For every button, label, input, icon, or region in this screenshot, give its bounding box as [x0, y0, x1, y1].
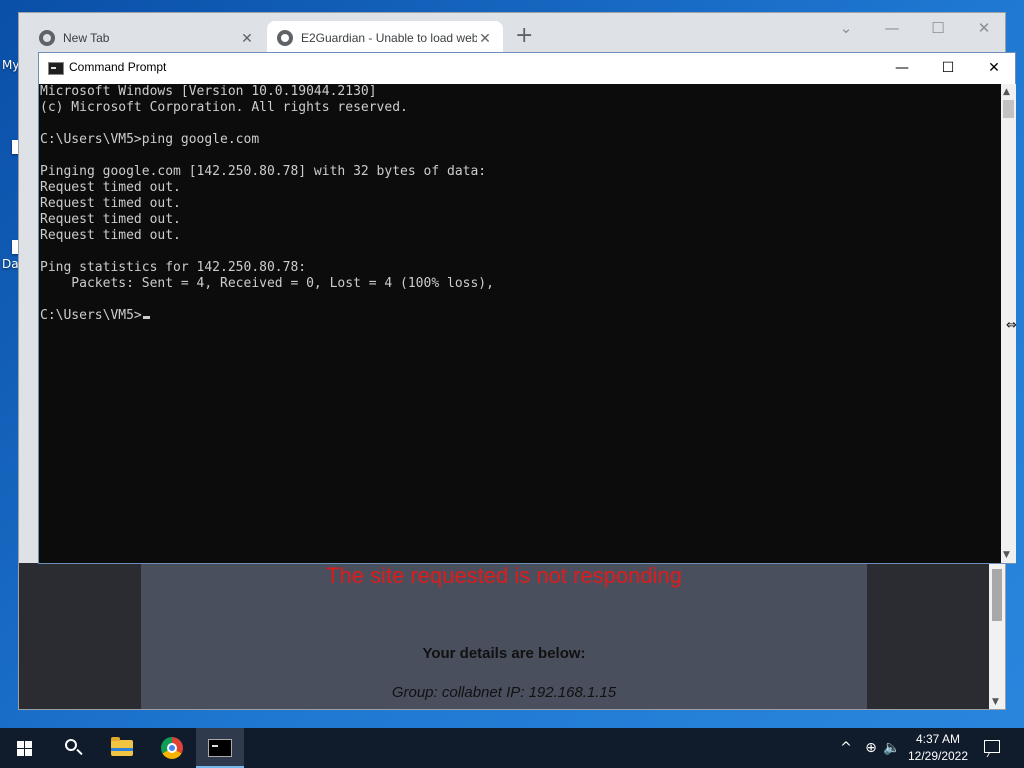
console-line: Microsoft Windows [Version 10.0.19044.21… — [40, 84, 377, 99]
browser-maximize-button[interactable]: ☐ — [915, 19, 961, 37]
taskbar-file-explorer[interactable] — [98, 728, 146, 768]
tab-close-icon[interactable]: ✕ — [239, 30, 255, 47]
search-icon — [65, 739, 77, 751]
command-prompt-window[interactable]: Command Prompt — ☐ ✕ Microsoft Windows [… — [38, 52, 1016, 564]
tab-strip: New Tab ✕ E2Guardian - Unable to load we… — [19, 13, 1005, 55]
globe-favicon-icon — [277, 30, 293, 46]
browser-minimize-button[interactable]: — — [869, 19, 915, 37]
search-button[interactable] — [48, 728, 96, 768]
taskbar: ^ ⊕ 🔈 4:37 AM 12/29/2022 — [0, 728, 1024, 768]
resize-cursor-icon: ⇔ — [1006, 318, 1017, 333]
console-line: Request timed out. — [40, 228, 181, 243]
console-line: Request timed out. — [40, 212, 181, 227]
page-scrollbar[interactable]: ▼ — [989, 563, 1005, 709]
clock-time: 4:37 AM — [915, 732, 961, 746]
tab-close-icon[interactable]: ✕ — [477, 30, 493, 47]
page-scrollbar-thumb[interactable] — [992, 569, 1002, 621]
taskbar-clock[interactable]: 4:37 AM 12/29/2022 — [898, 731, 978, 765]
console-prompt: C:\Users\VM5> — [40, 308, 142, 323]
text-cursor — [142, 316, 150, 319]
cmd-maximize-button[interactable]: ☐ — [925, 53, 971, 84]
tray-overflow-chevron-icon[interactable]: ^ — [836, 728, 856, 768]
cmd-app-icon — [48, 62, 64, 75]
tab-title: New Tab — [63, 31, 110, 45]
notification-icon[interactable] — [984, 740, 1000, 753]
scroll-down-arrow-icon[interactable]: ▼ — [1003, 550, 1010, 560]
browser-close-button[interactable]: ✕ — [961, 19, 1007, 37]
tab-e2guardian[interactable]: E2Guardian - Unable to load web ✕ — [267, 21, 503, 55]
chrome-icon — [161, 737, 183, 759]
console-line: C:\Users\VM5>ping google.com — [40, 132, 260, 147]
console-line: (c) Microsoft Corporation. All rights re… — [40, 100, 408, 115]
scroll-down-arrow-icon[interactable]: ▼ — [992, 697, 999, 707]
network-icon[interactable]: ⊕ — [860, 728, 882, 768]
cmd-title-bar[interactable]: Command Prompt — ☐ ✕ — [39, 53, 1015, 84]
tab-search-icon[interactable]: ⌄ — [823, 19, 869, 37]
scroll-up-arrow-icon[interactable]: ▲ — [1003, 87, 1010, 97]
tab-new-tab[interactable]: New Tab ✕ — [29, 21, 265, 55]
taskbar-command-prompt[interactable] — [196, 728, 244, 768]
taskbar-chrome[interactable] — [148, 728, 196, 768]
console-prompt-line[interactable]: C:\Users\VM5> — [40, 308, 1001, 324]
error-panel: The site requested is not responding You… — [141, 563, 867, 709]
console-line: Ping statistics for 142.250.80.78: — [40, 260, 307, 275]
folder-icon — [111, 737, 133, 756]
console-output[interactable]: Microsoft Windows [Version 10.0.19044.21… — [39, 84, 1001, 563]
error-title: The site requested is not responding — [326, 563, 682, 588]
command-prompt-icon — [208, 739, 232, 757]
desktop-icon-label-1[interactable]: My — [2, 58, 19, 72]
console-line: Packets: Sent = 4, Received = 0, Lost = … — [40, 276, 494, 291]
console-line: Request timed out. — [40, 180, 181, 195]
cmd-window-title: Command Prompt — [69, 60, 167, 74]
cmd-close-button[interactable]: ✕ — [971, 53, 1017, 84]
start-button[interactable] — [0, 728, 48, 768]
clock-date: 12/29/2022 — [907, 749, 969, 763]
desktop-icon-label-2[interactable]: Da — [2, 257, 19, 271]
browser-page-content: The site requested is not responding You… — [19, 563, 989, 709]
new-tab-button[interactable]: + — [515, 25, 533, 47]
console-line: Request timed out. — [40, 196, 181, 211]
cmd-minimize-button[interactable]: — — [879, 53, 925, 84]
chrome-favicon-icon — [39, 30, 55, 46]
details-heading: Your details are below: — [422, 645, 586, 662]
tab-title: E2Guardian - Unable to load web — [301, 31, 477, 45]
cmd-scrollbar-thumb[interactable] — [1003, 100, 1014, 118]
console-line: Pinging google.com [142.250.80.78] with … — [40, 164, 487, 179]
details-line: Group: collabnet IP: 192.168.1.15 — [391, 684, 617, 701]
windows-logo-icon — [17, 741, 32, 756]
